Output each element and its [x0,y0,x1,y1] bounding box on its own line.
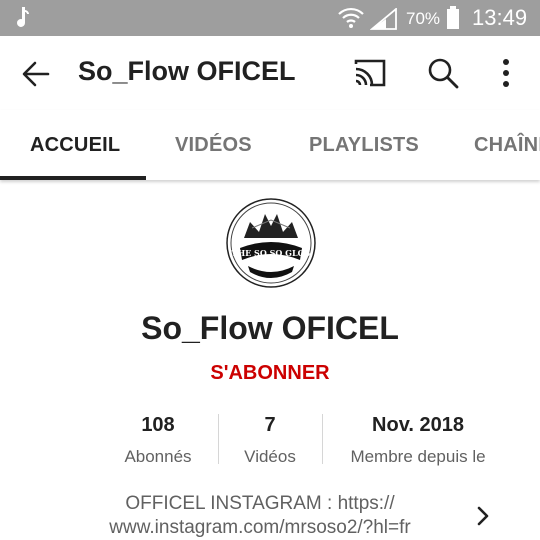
status-clock: 13:49 [472,5,528,30]
tab-accueil[interactable]: ACCUEIL [30,134,120,157]
stat-joined: Nov. 2018 Membre depuis le [336,414,500,467]
status-bar: 70% 13:49 [0,0,540,36]
chevron-right-icon[interactable] [474,504,492,528]
cast-icon[interactable] [352,58,388,88]
description-line: OFFICEL INSTAGRAM : https:// [125,493,395,514]
channel-stats: 108 Abonnés 7 Vidéos Nov. 2018 Membre de… [0,414,540,470]
videos-count: 7 [264,414,276,436]
subscribers-label: Abonnés [124,447,192,466]
app-bar: So_Flow OFICEL [0,36,540,110]
wifi-icon [338,6,364,35]
stats-divider [322,414,323,464]
joined-date: Nov. 2018 [372,414,464,436]
battery-icon [446,6,460,35]
tab-playlists[interactable]: PLAYLISTS [309,134,419,157]
stat-videos: 7 Vidéos [232,414,308,467]
tab-videos[interactable]: VIDÉOS [175,134,252,157]
more-vert-icon[interactable] [496,56,516,90]
subscribers-count: 108 [141,414,175,436]
battery-percent: 70% [406,9,441,28]
music-note-icon [16,7,30,34]
subscribe-button[interactable]: S'ABONNER [0,362,540,385]
channel-name: So_Flow OFICEL [141,310,399,346]
signal-icon [369,7,398,35]
joined-label: Membre depuis le [350,447,486,466]
tab-chaines[interactable]: CHAÎNES [474,134,540,157]
channel-avatar[interactable]: THE SO SO GLOS [226,198,316,288]
stats-divider [218,414,219,464]
description-line: www.instagram.com/mrsoso2/?hl=fr [109,517,411,538]
channel-title: So_Flow OFICEL [78,56,296,86]
active-tab-indicator [0,176,146,180]
avatar-text: THE SO SO GLOS [232,248,311,258]
search-icon[interactable] [426,56,460,90]
stat-subscribers: 108 Abonnés [110,414,206,467]
tab-bar: ACCUEIL VIDÉOS PLAYLISTS CHAÎNES [0,110,540,180]
channel-description[interactable]: OFFICEL INSTAGRAM : https:// www.instagr… [60,492,460,540]
videos-label: Vidéos [244,447,296,466]
back-arrow-icon[interactable] [18,56,54,92]
